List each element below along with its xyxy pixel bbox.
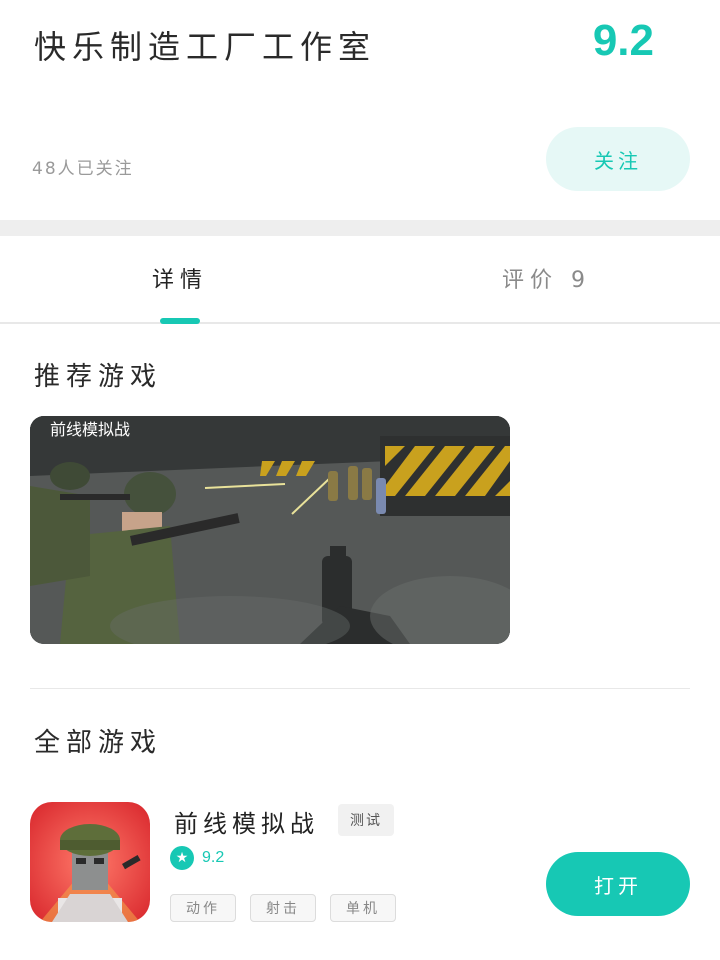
rating-value: 9.2 (202, 849, 225, 866)
game-screenshot-image (30, 416, 510, 644)
studio-name: 快乐制造工厂工作室 (34, 28, 377, 66)
all-games-section-title: 全部游戏 (34, 728, 163, 758)
section-separator (0, 220, 720, 236)
tag-single-player[interactable]: 单机 (330, 894, 396, 922)
tag-shooter[interactable]: 射击 (250, 894, 316, 922)
test-badge: 测试 (338, 804, 394, 836)
recommended-game-card[interactable]: 前线模拟战 (30, 416, 510, 644)
tag-action[interactable]: 动作 (170, 894, 236, 922)
tab-reviews[interactable]: 评价 9 (502, 262, 591, 294)
tab-bar: 详情 评价 9 (0, 236, 720, 324)
recommended-game-label: 前线模拟战 (50, 420, 131, 439)
divider (30, 688, 690, 689)
studio-header: 快乐制造工厂工作室 9.2 48人已关注 关注 (0, 0, 720, 220)
studio-score: 9.2 (592, 16, 654, 65)
game-name[interactable]: 前线模拟战 (174, 804, 319, 839)
star-icon: ★ (170, 846, 194, 870)
game-icon[interactable] (30, 802, 150, 922)
active-tab-indicator (160, 318, 200, 324)
open-game-button[interactable]: 打开 (546, 852, 690, 916)
follow-button[interactable]: 关注 (546, 127, 690, 191)
soldier-icon (30, 802, 150, 922)
game-tags: 动作 射击 单机 (170, 894, 396, 922)
tab-details[interactable]: 详情 (152, 262, 208, 294)
game-rating: ★ 9.2 (170, 846, 224, 870)
follower-count: 48人已关注 (32, 159, 134, 179)
recommended-section-title: 推荐游戏 (34, 362, 163, 392)
